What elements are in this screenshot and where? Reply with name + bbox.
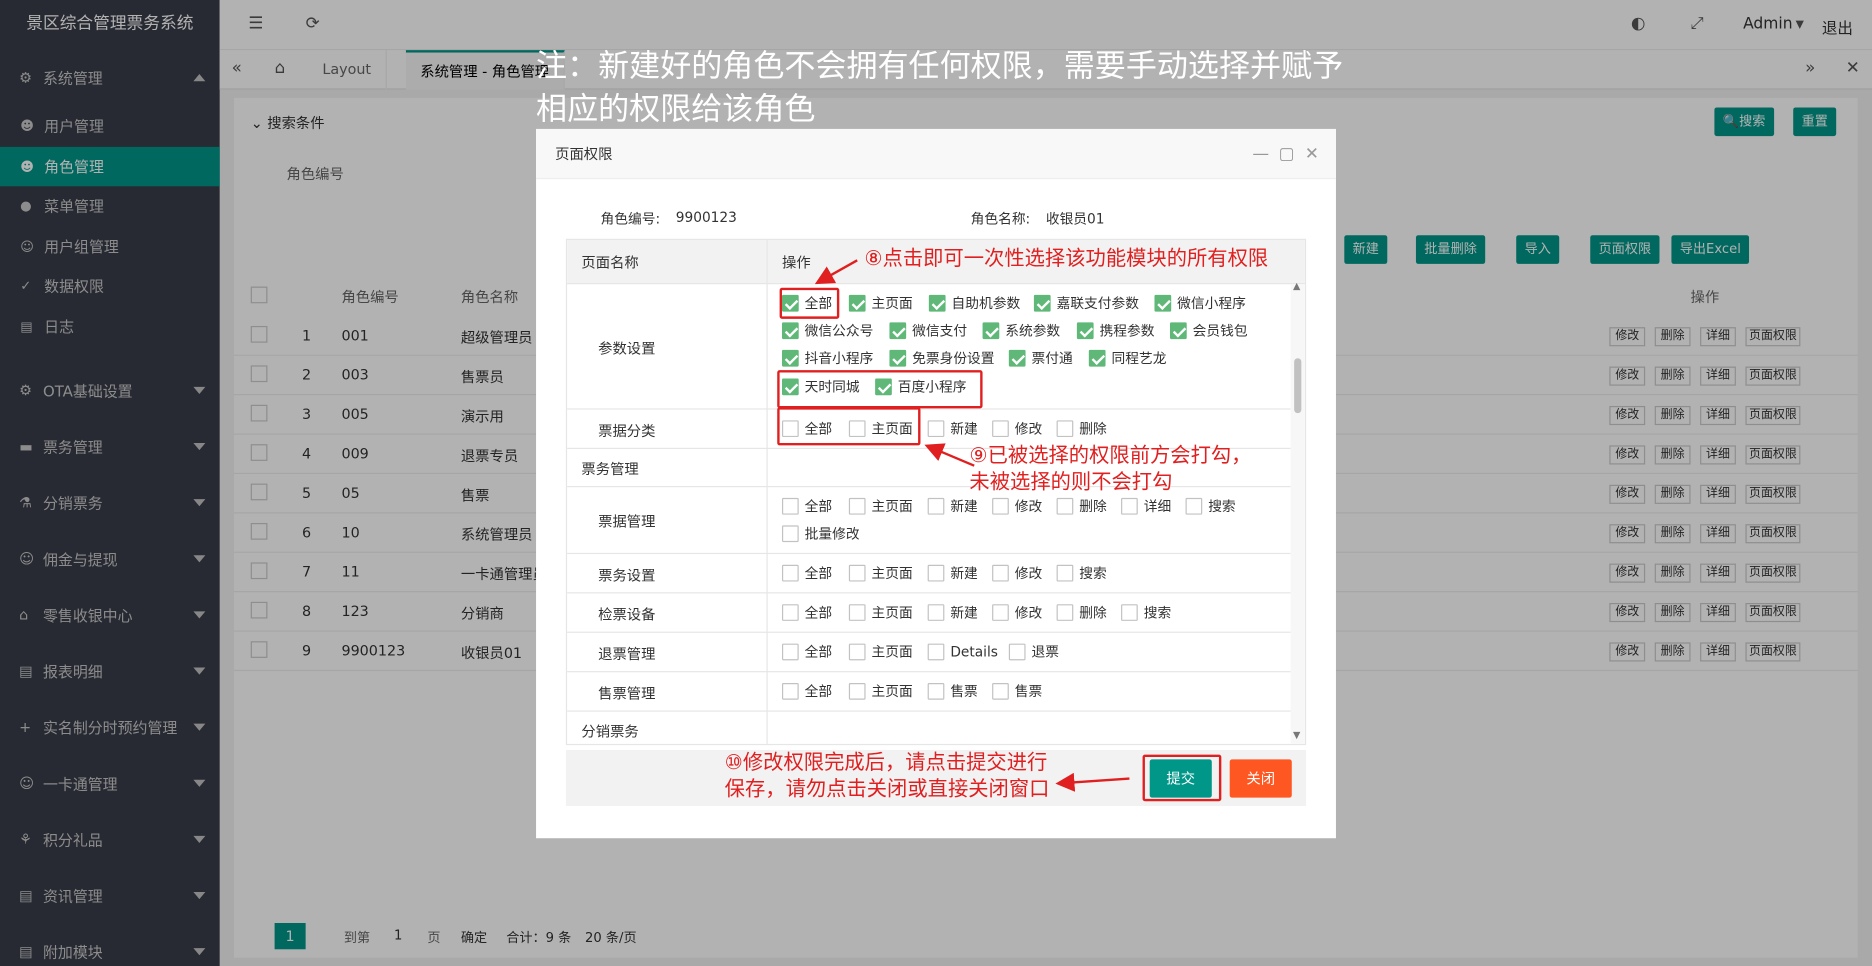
arrow-8 [814,259,858,285]
arrow-10 [1055,772,1130,792]
annotation-arrows [814,259,1130,792]
arrow-9 [924,443,975,467]
